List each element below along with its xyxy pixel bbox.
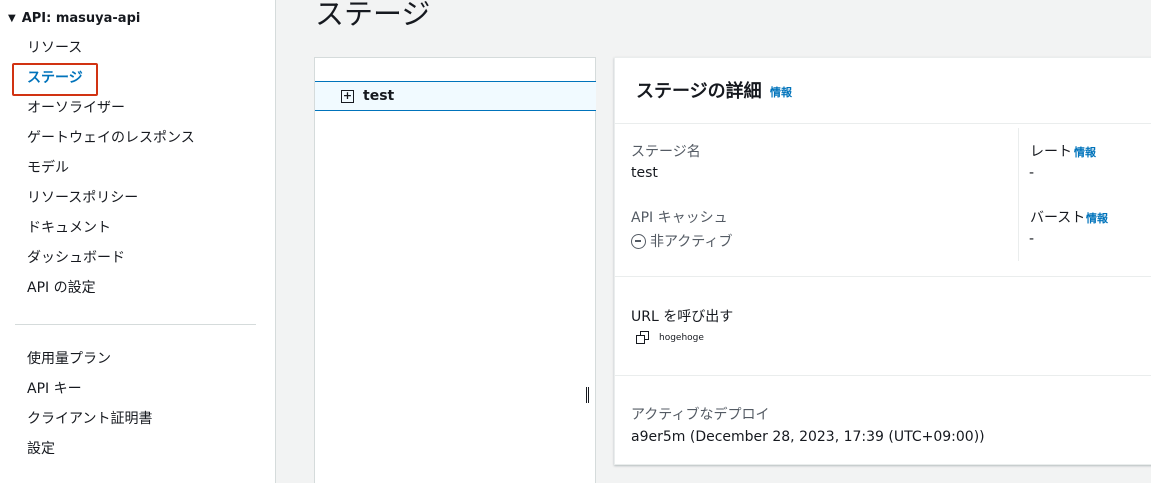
caret-down-icon: ▼	[8, 12, 16, 24]
sidebar-item-api-keys[interactable]: API キー	[27, 379, 82, 399]
sidebar-item-settings[interactable]: 設定	[27, 439, 55, 459]
sidebar-item-documentation[interactable]: ドキュメント	[27, 218, 111, 238]
column-divider	[1018, 128, 1019, 261]
api-cache-value: 非アクティブ	[650, 234, 733, 250]
stage-tree-row[interactable]: + test	[315, 81, 596, 111]
burst-label: バースト	[1030, 210, 1086, 226]
rate-value: -	[1029, 165, 1035, 181]
app-root: ▼ API: masuya-api リソース ステージ オーソライザー ゲートウ…	[0, 0, 1151, 483]
invoke-url[interactable]: hogehoge	[636, 331, 704, 345]
sidebar-item-client-certificates[interactable]: クライアント証明書	[27, 409, 152, 429]
sidebar-item-api-settings[interactable]: API の設定	[27, 278, 96, 298]
panel-resize-handle[interactable]	[586, 387, 589, 403]
rate-info-link[interactable]: 情報	[1074, 144, 1096, 160]
minus-circle-icon	[631, 233, 646, 249]
sidebar-item-gateway-responses[interactable]: ゲートウェイのレスポンス	[27, 128, 195, 148]
page-title: ステージ	[315, 0, 431, 31]
section-divider-2	[615, 375, 1151, 376]
sidebar-item-models[interactable]: モデル	[27, 158, 69, 178]
sidebar-divider	[15, 324, 256, 325]
invoke-url-label: URL を呼び出す	[631, 309, 734, 325]
sidebar-item-usage-plans[interactable]: 使用量プラン	[27, 349, 111, 369]
expand-plus-icon[interactable]: +	[341, 89, 354, 103]
copy-icon[interactable]	[636, 331, 650, 345]
stage-tree-label: test	[363, 88, 395, 104]
highlight-box	[12, 63, 98, 96]
stage-tree-panel: + test	[314, 57, 596, 483]
rate-label: レート	[1030, 144, 1072, 160]
sidebar-item-resource-policy[interactable]: リソースポリシー	[27, 188, 138, 208]
active-deployment-value: a9er5m (December 28, 2023, 17:39 (UTC+09…	[631, 429, 985, 445]
api-header[interactable]: ▼ API: masuya-api	[8, 9, 140, 27]
api-cache-label: API キャッシュ	[631, 210, 728, 226]
api-cache-status: 非アクティブ	[631, 231, 732, 251]
burst-info-link[interactable]: 情報	[1086, 210, 1108, 226]
details-title: ステージの詳細	[636, 81, 762, 102]
section-divider-1	[615, 276, 1151, 277]
stage-name-label: ステージ名	[631, 144, 701, 160]
sidebar-item-resources[interactable]: リソース	[27, 38, 82, 58]
details-header: ステージの詳細 情報	[615, 58, 1151, 124]
burst-value: -	[1029, 231, 1035, 247]
stage-name-value: test	[631, 165, 658, 181]
stage-details-panel: ステージの詳細 情報 ステージ名 test API キャッシュ 非アクティブ レ…	[614, 57, 1151, 465]
api-title: API: masuya-api	[21, 10, 141, 26]
sidebar-item-authorizers[interactable]: オーソライザー	[27, 98, 125, 118]
sidebar-item-dashboard[interactable]: ダッシュボード	[27, 248, 125, 268]
sidebar: ▼ API: masuya-api リソース ステージ オーソライザー ゲートウ…	[0, 0, 276, 483]
invoke-url-value: hogehoge	[659, 333, 704, 343]
details-info-link[interactable]: 情報	[770, 84, 792, 100]
active-deployment-label: アクティブなデプロイ	[631, 407, 770, 423]
